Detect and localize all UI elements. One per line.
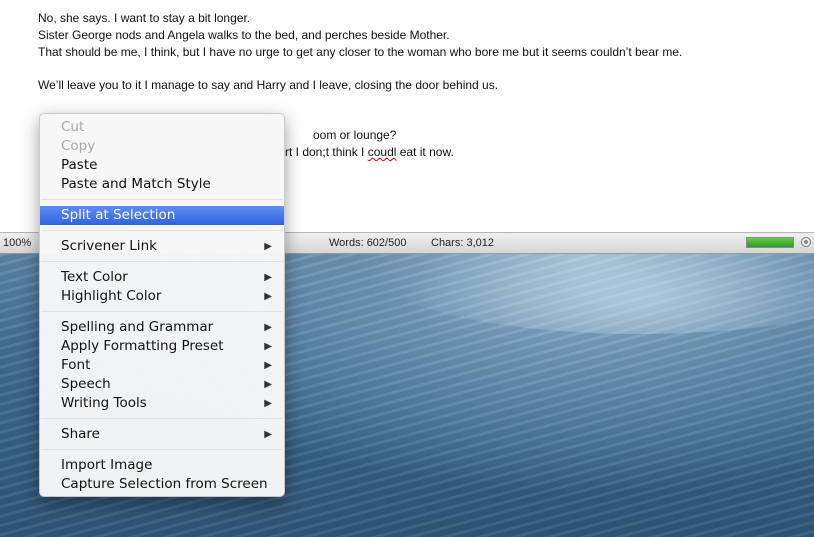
menu-item-label: Paste [61,157,98,173]
menu-separator [41,199,283,200]
menu-item-import-image[interactable]: Import Image [40,456,284,475]
text-line-partial[interactable]: oom or lounge? [313,128,396,143]
menu-item-label: Cut [61,119,85,135]
menu-item-capture-selection-from-screen[interactable]: Capture Selection from Screen [40,475,284,494]
menu-item-label: Highlight Color [61,288,162,304]
text-line[interactable]: That should be me, I think, but I have n… [38,45,682,60]
menu-separator [41,230,283,231]
menu-separator [41,449,283,450]
menu-item-cut: Cut [40,118,284,137]
text-fragment: eat it now. [396,145,454,159]
wallpaper-wave [380,254,814,334]
menu-item-label: Copy [61,138,96,154]
menu-item-speech[interactable]: Speech ▶ [40,375,284,394]
char-count: Chars: 3,012 [431,237,494,249]
menu-item-split-at-selection[interactable]: Split at Selection [40,206,284,225]
menu-item-label: Speech [61,376,111,392]
menu-item-writing-tools[interactable]: Writing Tools ▶ [40,394,284,413]
text-fragment: rt I don;t think I [285,145,368,159]
submenu-arrow-icon: ▶ [264,291,272,302]
menu-item-text-color[interactable]: Text Color ▶ [40,268,284,287]
submenu-arrow-icon: ▶ [264,241,272,252]
target-progress-fill [747,238,793,247]
word-count: Words: 602/500 [329,237,407,249]
submenu-arrow-icon: ▶ [264,341,272,352]
menu-separator [41,311,283,312]
menu-item-label: Capture Selection from Screen [61,476,268,492]
target-icon[interactable] [801,237,811,247]
menu-item-label: Paste and Match Style [61,176,211,192]
menu-item-label: Share [61,426,100,442]
menu-item-apply-formatting-preset[interactable]: Apply Formatting Preset ▶ [40,337,284,356]
submenu-arrow-icon: ▶ [264,398,272,409]
target-progress-bar [746,237,794,248]
menu-item-paste[interactable]: Paste [40,156,284,175]
menu-item-label: Split at Selection [61,207,176,223]
zoom-level[interactable]: 100% [3,237,31,249]
submenu-arrow-icon: ▶ [264,379,272,390]
text-line[interactable]: Sister George nods and Angela walks to t… [38,28,450,43]
menu-separator [41,418,283,419]
menu-item-spelling-and-grammar[interactable]: Spelling and Grammar ▶ [40,318,284,337]
menu-item-paste-and-match-style[interactable]: Paste and Match Style [40,175,284,194]
text-line-partial[interactable]: rt I don;t think I coudl eat it now. [285,145,454,160]
menu-item-copy: Copy [40,137,284,156]
menu-item-label: Writing Tools [61,395,147,411]
submenu-arrow-icon: ▶ [264,429,272,440]
menu-item-label: Text Color [61,269,128,285]
submenu-arrow-icon: ▶ [264,360,272,371]
submenu-arrow-icon: ▶ [264,272,272,283]
menu-item-label: Font [61,357,91,373]
text-line[interactable]: We’ll leave you to it I manage to say an… [38,78,498,93]
text-line[interactable]: No, she says. I want to stay a bit longe… [38,11,250,26]
menu-item-label: Import Image [61,457,153,473]
menu-item-scrivener-link[interactable]: Scrivener Link ▶ [40,237,284,256]
menu-separator [41,261,283,262]
menu-item-font[interactable]: Font ▶ [40,356,284,375]
menu-item-label: Apply Formatting Preset [61,338,224,354]
menu-item-highlight-color[interactable]: Highlight Color ▶ [40,287,284,306]
context-menu: Cut Copy Paste Paste and Match Style Split a… [39,113,285,497]
menu-item-label: Spelling and Grammar [61,319,214,335]
menu-item-share[interactable]: Share ▶ [40,425,284,444]
menu-item-label: Scrivener Link [61,238,157,254]
misspelled-word[interactable]: coudl [368,145,397,159]
submenu-arrow-icon: ▶ [264,322,272,333]
